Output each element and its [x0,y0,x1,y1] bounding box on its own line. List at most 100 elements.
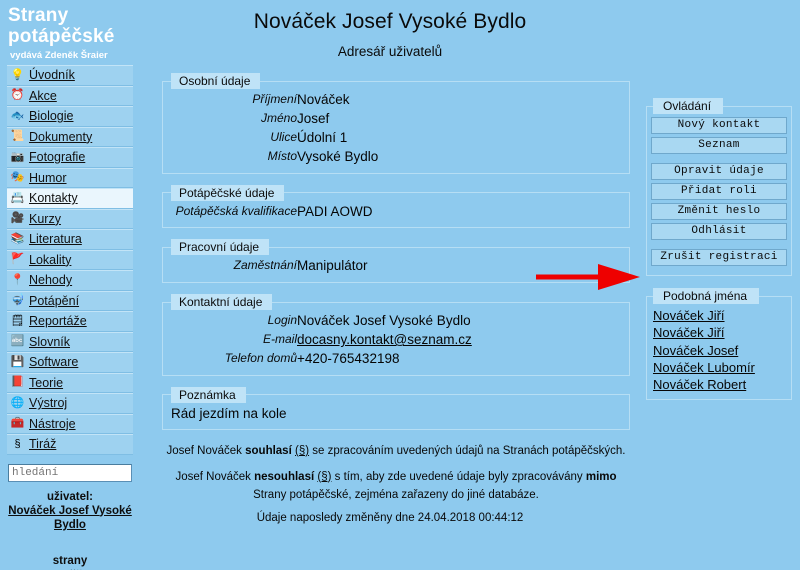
field-value: Josef [297,110,330,126]
sidebar-item-label: Slovník [29,334,70,349]
control-button-0[interactable]: Nový kontakt [651,117,787,134]
current-user-link[interactable]: Nováček Josef Vysoké Bydlo [8,505,132,531]
dictionary-icon: 🔤 [10,335,25,348]
field-label: Ulice [270,129,297,144]
field-value: Údolní 1 [297,129,348,145]
sidebar-item-label: Nástroje [29,416,76,431]
search-input[interactable] [9,465,131,480]
sidebar-item-label: Nehody [29,273,73,288]
floppy-disk-icon: 💾 [10,355,25,368]
sidebar-item-nehody[interactable]: 📍 Nehody [7,270,133,291]
sidebar-item-label: Biologie [29,109,74,124]
field-label: Místo [267,148,297,163]
consent2-suffix: Strany potápěčské, zejména zařazeny do j… [253,488,539,501]
section-legend: Pracovní údaje [171,239,270,256]
similar-name-link[interactable]: Nováček Jiří [653,324,785,341]
similar-name-link[interactable]: Nováček Robert [653,376,785,393]
field-row: Příjmení Nováček [169,91,623,110]
book-icon: 📕 [10,376,25,389]
controls-legend: Ovládání [653,98,724,114]
sidebar-item-label: Dokumenty [29,129,93,144]
user-caption: uživatel: [46,490,93,503]
note-legend: Poznámka [171,386,246,403]
consent1-paren[interactable]: (§) [295,445,309,457]
tools-icon: 🧰 [10,417,25,430]
sidebar-item-fotografie[interactable]: 📷 Fotografie [7,147,133,168]
detail-sections: Osobní údaje Příjmení Nováček Jméno Josef Uli… [140,73,640,376]
sidebar-item-slovnik[interactable]: 🔤 Slovník [7,331,133,353]
similar-name-link[interactable]: Nováček Jiří [653,307,785,324]
current-user: Nováček Josef Vysoké Bydlo [0,504,140,533]
sidebar-item-kurzy[interactable]: 🎥 Kurzy [7,208,133,230]
section-legend: Potápěčské údaje [171,184,285,201]
sidebar-item-lokality[interactable]: 🚩 Lokality [7,249,133,271]
consent1-strong: souhlasí [245,444,292,457]
sidebar-item-label: Kurzy [29,211,61,226]
consent2-prefix: Josef Nováček [175,470,255,483]
consent1-suffix: se zpracováním uvedených údajů na Straná… [309,444,626,457]
right-panel: Ovládání Nový kontakt Seznam Opravit údaje… [640,0,800,570]
field-value: Vysoké Bydlo [297,148,379,164]
clown-icon: 🎭 [10,171,25,184]
section-rows: Zaměstnání Manipulátor [169,257,623,276]
page-title: Nováček Josef Vysoké Bydlo [253,10,527,33]
section-2: Pracovní údaje Zaměstnání Manipulátor [162,239,630,284]
scuba-gear-icon: 🌐 [10,396,25,409]
control-button-4[interactable]: Změnit heslo [651,203,787,220]
page-root: Strany potápěčské vydává Zdeněk Šraier 💡… [0,0,800,570]
clock-icon: ⏰ [10,89,25,102]
control-button-2[interactable]: Opravit údaje [651,163,787,180]
stamp-icon: 📜 [10,130,25,143]
sidebar-item-label: Tiráž [29,437,57,452]
field-row: Místo Vysoké Bydlo [169,148,623,167]
field-value: Nováček Josef Vysoké Bydlo [297,313,471,329]
controls-panel: Ovládání Nový kontakt Seznam Opravit údaje… [646,98,792,276]
publisher-line: vydává Zdeněk Šraier [10,50,108,62]
sidebar-item-biologie[interactable]: 🐟 Biologie [7,106,133,127]
field-label: E-mail [262,332,297,347]
similar-name-link[interactable]: Nováček Josef [653,342,785,359]
diver-icon: 🤿 [10,294,25,307]
section-3: Kontaktní údaje Login Nováček Josef Vysoké… [162,294,630,376]
sidebar-footer-line-1: strany [52,555,88,568]
sidebar-item-vystroj[interactable]: 🌐 Výstroj [7,393,133,414]
controls-button-list: Nový kontakt Seznam Opravit údaje Přidat ro… [651,117,787,266]
sidebar-item-tiraz[interactable]: § Tiráž [7,434,133,455]
consent2-strong: nesouhlasí [254,470,315,483]
section-legend: Kontaktní údaje [171,294,273,311]
consent2-paren[interactable]: (§) [317,471,331,483]
consent2-mid: s tím, aby zde uvedené údaje byly zpraco… [331,470,586,483]
control-button-3[interactable]: Přidat roli [651,183,787,200]
sidebar: Strany potápěčské vydává Zdeněk Šraier 💡… [0,0,140,570]
control-button-1[interactable]: Seznam [651,137,787,154]
sidebar-item-akce[interactable]: ⏰ Akce [7,85,133,107]
similar-names-panel: Podobná jména Nováček Jiří Nováček Jiří No… [646,288,792,401]
consent-paragraph-1: Josef Nováček souhlasí (§) se zpracování… [164,443,628,461]
sidebar-item-software[interactable]: 💾 Software [7,352,133,373]
sidebar-item-teorie[interactable]: 📕 Teorie [7,372,133,394]
sidebar-item-label: Literatura [29,232,82,247]
email-link[interactable]: docasny.kontakt@seznam.cz [297,332,472,347]
field-row: Ulice Údolní 1 [169,129,623,148]
control-button-5[interactable]: Odhlásit [651,223,787,240]
similar-names-list: Nováček Jiří Nováček Jiří Nováček Josef Nov… [651,307,787,393]
field-value-cell: docasny.kontakt@seznam.cz [297,331,623,350]
search-box[interactable] [8,463,132,482]
field-value: Manipulátor [297,258,368,274]
similar-name-link[interactable]: Nováček Lubomír [653,359,785,376]
sidebar-item-kontakty[interactable]: 📇 Kontakty [7,188,133,209]
sidebar-item-reportaze[interactable]: 🗒 Reportáže [7,311,133,332]
sidebar-item-dokumenty[interactable]: 📜 Dokumenty [7,126,133,148]
sidebar-item-potapeni[interactable]: 🤿 Potápění [7,290,133,312]
sidebar-item-uvodnik[interactable]: 💡 Úvodník [7,65,133,86]
consent1-prefix: Josef Nováček [166,444,246,457]
main-content: Nováček Josef Vysoké Bydlo Adresář uživa… [140,0,640,570]
sidebar-item-nastroje[interactable]: 🧰 Nástroje [7,413,133,435]
control-button-6[interactable]: Zrušit registraci [651,249,787,266]
sidebar-item-humor[interactable]: 🎭 Humor [7,167,133,189]
field-label: Login [267,313,297,328]
last-modified-stamp: Údaje naposledy změněny dne 24.04.2018 0… [256,512,524,525]
brand-line-1: Strany [8,5,69,26]
sidebar-item-literatura[interactable]: 📚 Literatura [7,229,133,250]
brand-line-2: potápěčské [8,25,115,47]
